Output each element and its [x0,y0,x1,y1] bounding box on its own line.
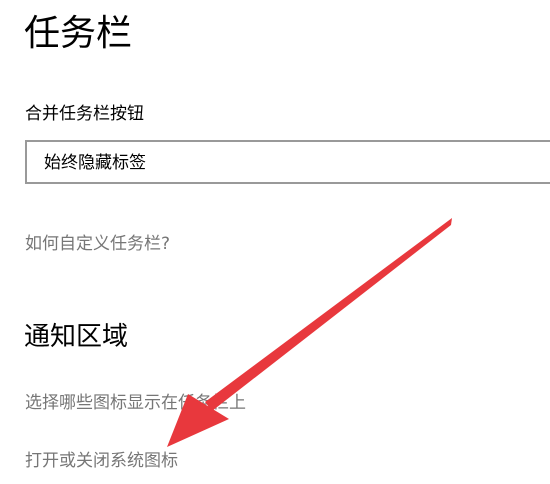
taskbar-settings-page: 任务栏 合并任务栏按钮 始终隐藏标签 如何自定义任务栏? 通知区域 选择哪些图标… [0,0,550,484]
notification-area-heading: 通知区域 [24,322,129,352]
customize-taskbar-link[interactable]: 如何自定义任务栏? [25,232,170,256]
system-icons-toggle-link[interactable]: 打开或关闭系统图标 [25,449,178,473]
dropdown-selected-value: 始终隐藏标签 [44,153,146,173]
select-taskbar-icons-link[interactable]: 选择哪些图标显示在任务栏上 [25,391,246,415]
page-title: 任务栏 [24,13,133,54]
arrow-shaft [205,218,452,411]
combine-taskbar-buttons-dropdown[interactable]: 始终隐藏标签 [25,140,550,184]
combine-taskbar-buttons-label: 合并任务栏按钮 [25,104,144,124]
